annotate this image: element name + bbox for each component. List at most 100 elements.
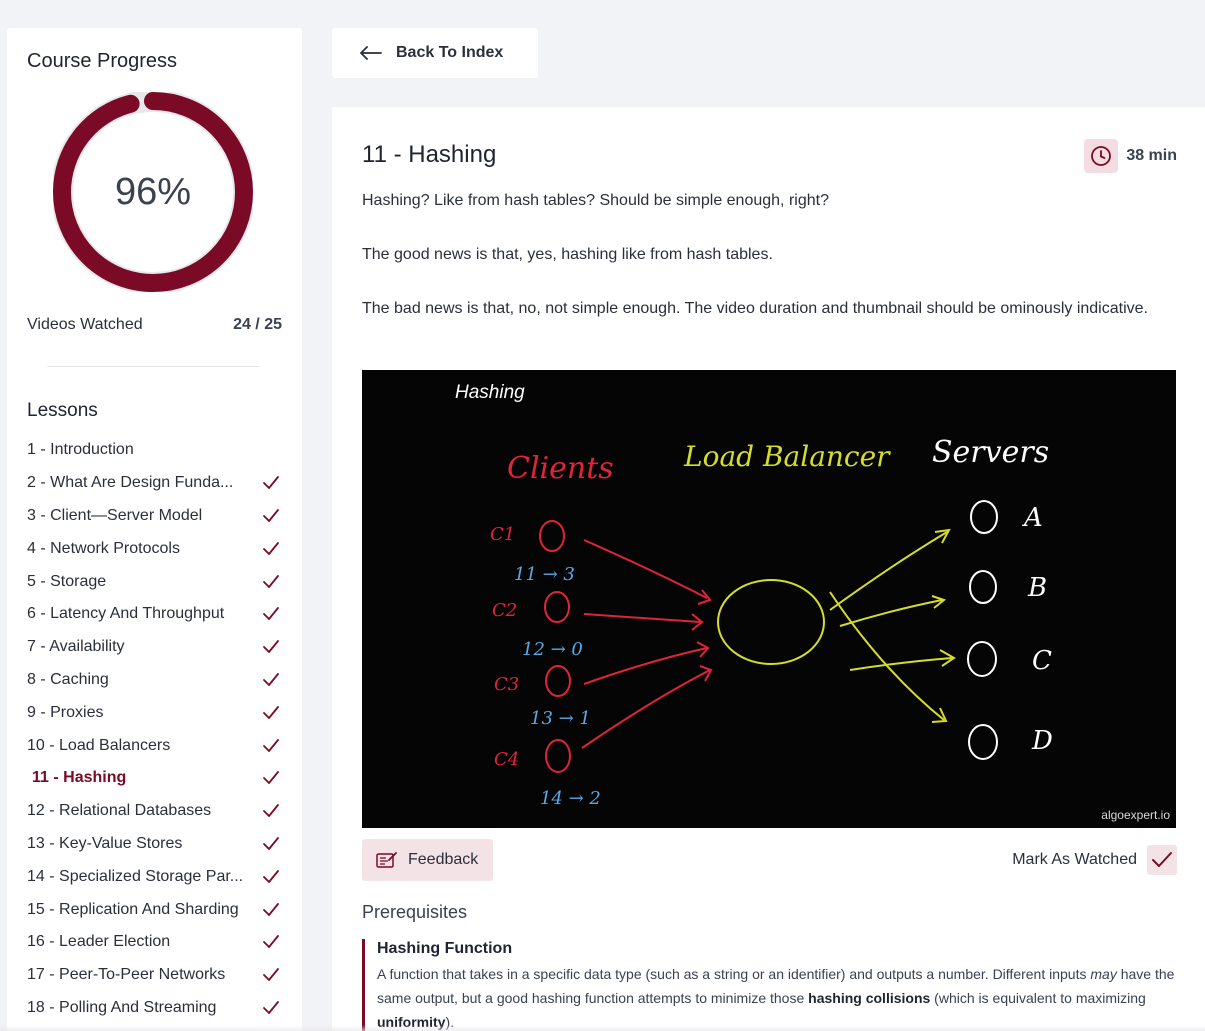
feedback-icon <box>376 852 397 868</box>
feedback-button[interactable]: Feedback <box>362 839 493 881</box>
lesson-item[interactable]: 16 - Leader Election <box>27 926 282 959</box>
watched-check-icon <box>263 935 279 949</box>
lesson-label: 13 - Key-Value Stores <box>27 834 183 852</box>
lesson-label: 17 - Peer-To-Peer Networks <box>27 966 226 984</box>
lesson-item[interactable]: 6 - Latency And Throughput <box>27 598 282 631</box>
lesson-label: 4 - Network Protocols <box>27 539 180 557</box>
description-paragraph: Hashing? Like from hash tables? Should b… <box>362 192 829 209</box>
mark-as-watched-toggle[interactable]: Mark As Watched <box>1012 845 1177 875</box>
watched-check-icon <box>263 968 279 982</box>
lesson-panel: 11 - Hashing 38 min Hashing? Like from h… <box>332 107 1205 1031</box>
prerequisite-description: A function that takes in a specific data… <box>377 966 1175 1030</box>
lesson-label: 3 - Client—Server Model <box>27 506 203 524</box>
video-thumbnail-drawing: Clients Load Balancer Servers C1 C2 C3 C… <box>490 435 1053 809</box>
client-label: C1 <box>490 524 515 545</box>
videos-watched-count: 24 / 25 <box>233 316 282 333</box>
lesson-item[interactable]: 8 - Caching <box>27 664 282 697</box>
server-label: D <box>1031 726 1053 756</box>
lesson-item[interactable]: 14 - Specialized Storage Par... <box>27 860 282 893</box>
arrow-left-icon <box>360 46 382 60</box>
lesson-item[interactable]: 5 - Storage <box>27 565 282 598</box>
lesson-label: 2 - What Are Design Funda... <box>27 474 234 492</box>
feedback-label: Feedback <box>408 851 479 868</box>
server-label: C <box>1032 646 1052 676</box>
lesson-label: 15 - Replication And Sharding <box>27 900 239 918</box>
back-to-index-button[interactable]: Back To Index <box>332 28 538 78</box>
lesson-title: 11 - Hashing <box>362 141 497 168</box>
bottom-fade <box>0 1025 1205 1031</box>
lesson-item[interactable]: 15 - Replication And Sharding <box>27 893 282 926</box>
lesson-label: 16 - Leader Election <box>27 933 171 951</box>
watched-check-icon <box>263 771 279 785</box>
videos-watched-row: Videos Watched 24 / 25 <box>27 316 282 334</box>
lesson-description: Hashing? Like from hash tables? Should b… <box>362 187 1162 349</box>
course-progress-sidebar: Course Progress 96% Videos Watched 24 / … <box>7 28 302 1031</box>
lesson-item[interactable]: 11 - Hashing <box>27 762 282 795</box>
duration-text: 38 min <box>1126 147 1177 164</box>
description-paragraph: The bad news is that, no, not simple eno… <box>362 300 1148 317</box>
lesson-item[interactable]: 9 - Proxies <box>27 696 282 729</box>
back-to-index-label: Back To Index <box>396 44 504 61</box>
server-label: B <box>1027 573 1047 603</box>
lesson-list: 1 - Introduction 2 - What Are Design Fund… <box>27 434 282 1024</box>
lesson-item[interactable]: 7 - Availability <box>27 631 282 664</box>
watched-check-icon <box>263 673 279 686</box>
video-watermark: algoexpert.io <box>1101 808 1170 822</box>
watched-check-icon <box>263 804 279 818</box>
lesson-item[interactable]: 12 - Relational Databases <box>27 795 282 828</box>
video-player[interactable]: Hashing Clients Load Balancer Servers C1… <box>362 370 1176 828</box>
lesson-label: 10 - Load Balancers <box>27 736 171 754</box>
lesson-label: 12 - Relational Databases <box>27 802 212 820</box>
mapping-label: 11 → 3 <box>514 564 575 585</box>
client-label: C3 <box>494 674 519 695</box>
lesson-item[interactable]: 2 - What Are Design Funda... <box>27 467 282 500</box>
videos-watched-label: Videos Watched <box>27 316 143 333</box>
watched-check-icon <box>263 607 279 621</box>
lesson-duration: 38 min <box>1084 139 1177 173</box>
mapping-label: 14 → 2 <box>540 788 601 809</box>
load-balancer-heading: Load Balancer <box>683 440 891 473</box>
mark-as-watched-label: Mark As Watched <box>1012 851 1137 868</box>
lesson-label: 6 - Latency And Throughput <box>27 605 225 623</box>
lesson-label: 1 - Introduction <box>27 441 134 459</box>
lesson-item[interactable]: 18 - Polling And Streaming <box>27 992 282 1025</box>
watched-check-icon <box>263 541 279 555</box>
lesson-item[interactable]: 4 - Network Protocols <box>27 532 282 565</box>
mapping-label: 13 → 1 <box>530 708 591 729</box>
watched-check-icon <box>263 705 279 719</box>
lesson-item[interactable]: 1 - Introduction <box>27 434 282 467</box>
client-label: C4 <box>494 749 519 770</box>
watched-check-icon <box>263 509 279 522</box>
progress-ring: 96% <box>51 90 255 294</box>
lesson-item[interactable]: 17 - Peer-To-Peer Networks <box>27 959 282 992</box>
watched-check-icon <box>263 738 279 752</box>
lesson-label: 7 - Availability <box>27 638 125 656</box>
lesson-item[interactable]: 10 - Load Balancers <box>27 729 282 762</box>
prerequisite-item: Hashing Function A function that takes i… <box>362 939 1177 1031</box>
divider <box>47 366 259 367</box>
watched-check-icon <box>263 574 279 588</box>
watched-check-icon <box>263 869 279 883</box>
description-paragraph: The good news is that, yes, hashing like… <box>362 246 773 263</box>
lesson-item[interactable]: 13 - Key-Value Stores <box>27 828 282 861</box>
server-label: A <box>1022 503 1043 533</box>
lesson-label: 11 - Hashing <box>32 769 127 787</box>
client-label: C2 <box>492 600 517 621</box>
clock-icon <box>1084 139 1119 173</box>
progress-percent: 96% <box>114 170 192 213</box>
watched-check-icon <box>263 640 279 654</box>
lesson-label: 18 - Polling And Streaming <box>27 998 217 1016</box>
servers-heading: Servers <box>932 435 1049 470</box>
clients-heading: Clients <box>507 451 614 486</box>
prerequisites-title: Prerequisites <box>362 902 468 922</box>
prerequisite-name: Hashing Function <box>377 940 513 957</box>
lessons-title: Lessons <box>27 400 98 421</box>
lesson-item[interactable]: 3 - Client—Server Model <box>27 500 282 533</box>
watched-check-icon <box>263 837 279 850</box>
lesson-label: 14 - Specialized Storage Par... <box>27 867 244 885</box>
mapping-label: 12 → 0 <box>522 639 583 660</box>
lesson-label: 5 - Storage <box>27 572 107 590</box>
watched-check-icon <box>263 476 279 490</box>
lesson-label: 8 - Caching <box>27 670 109 688</box>
checkmark-icon[interactable] <box>1147 845 1177 875</box>
